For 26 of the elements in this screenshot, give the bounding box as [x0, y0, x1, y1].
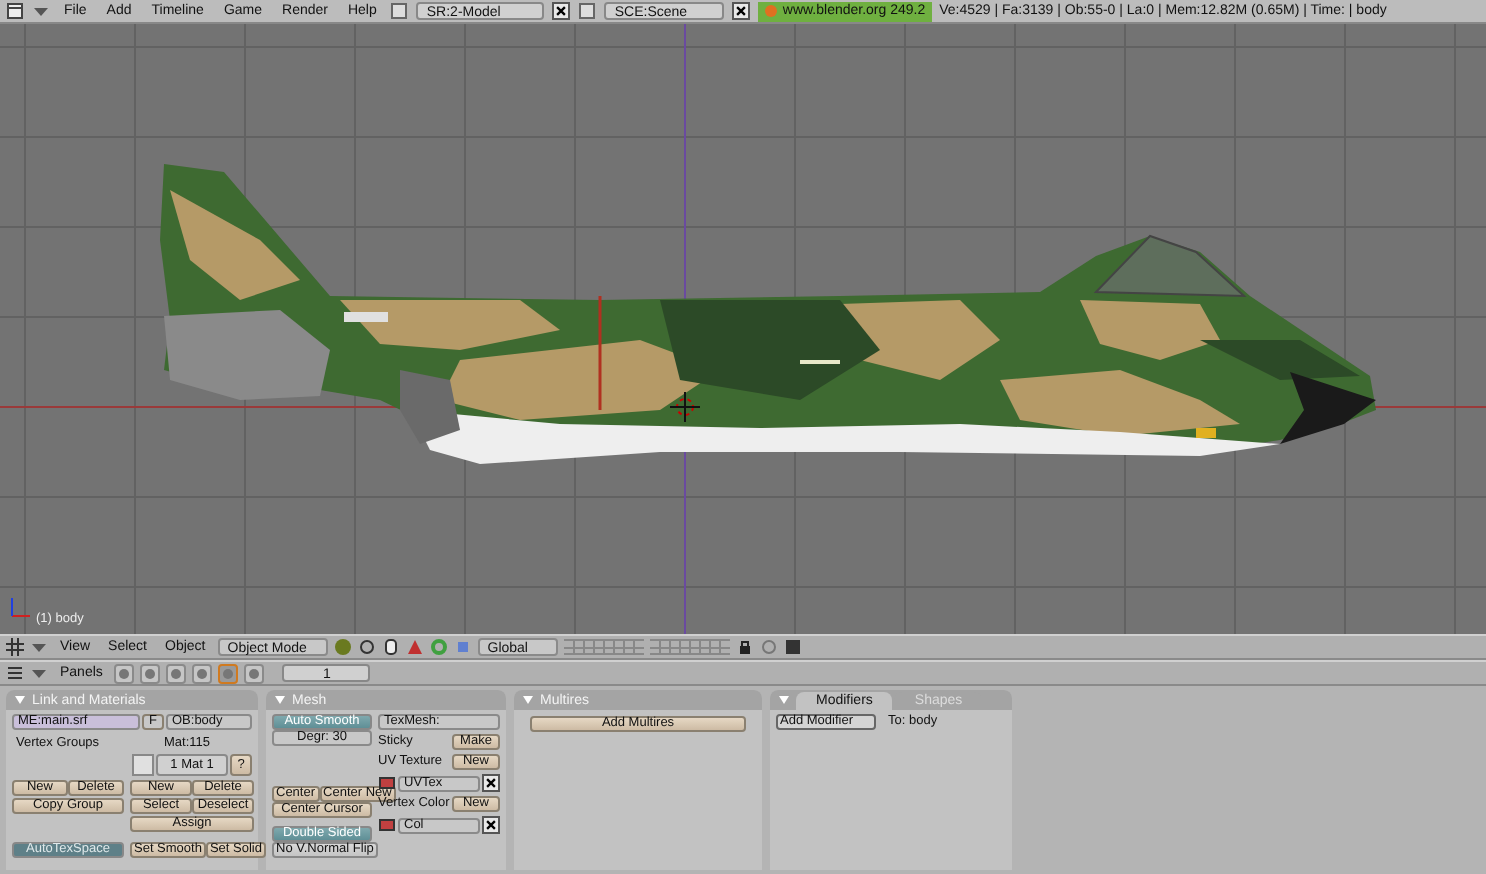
grid-icon[interactable]	[6, 638, 24, 656]
context-tab[interactable]	[192, 663, 213, 683]
collapse-arrow-icon[interactable]	[522, 694, 534, 706]
close-icon[interactable]	[732, 2, 751, 20]
dropdown-arrow-icon[interactable]	[32, 2, 50, 20]
layer-icon[interactable]	[378, 816, 396, 834]
context-tab[interactable]	[244, 663, 265, 683]
logo-icon	[764, 4, 779, 18]
lock-icon[interactable]	[735, 638, 754, 656]
context-tab[interactable]	[114, 663, 135, 683]
close-icon[interactable]	[552, 2, 571, 20]
context-tab[interactable]	[166, 663, 187, 683]
close-icon[interactable]	[482, 816, 500, 834]
context-tab[interactable]	[140, 663, 161, 683]
collapse-arrow-icon[interactable]	[274, 694, 286, 706]
window-type-icon[interactable]	[6, 2, 24, 20]
close-icon[interactable]	[482, 774, 500, 792]
scene-icon[interactable]	[578, 2, 597, 20]
collapse-arrow-icon[interactable]	[778, 694, 790, 706]
cursor-icon	[670, 392, 700, 422]
screen-icon[interactable]	[390, 2, 409, 20]
window-type-icon[interactable]	[6, 664, 24, 682]
collapse-arrow-icon[interactable]	[14, 694, 26, 706]
axis-gizmo-icon	[8, 596, 32, 620]
context-tab[interactable]	[218, 663, 239, 683]
material-swatch[interactable]	[132, 754, 154, 776]
